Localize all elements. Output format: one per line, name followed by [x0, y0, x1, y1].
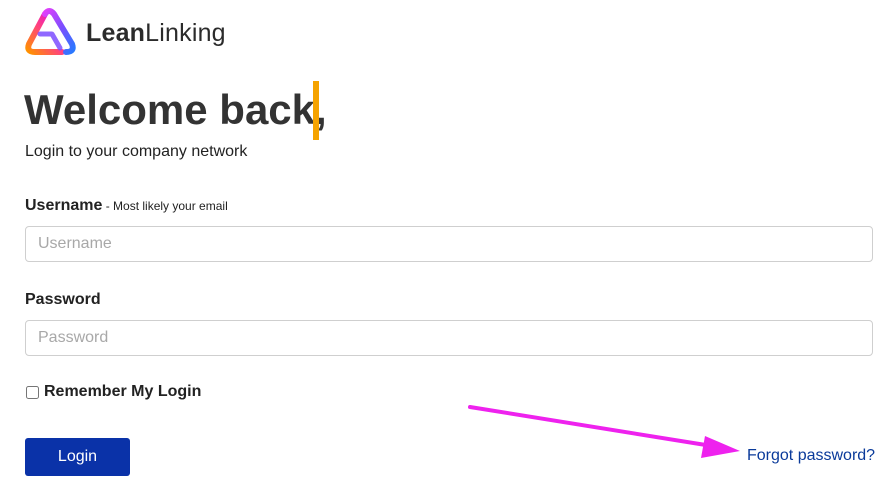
page-title: Welcome back,	[24, 86, 327, 133]
login-button[interactable]: Login	[25, 438, 130, 476]
triangle-loop-logo-icon	[25, 8, 76, 55]
brand-logo[interactable]: LeanLinking	[24, 8, 226, 58]
brand-name: LeanLinking	[86, 19, 226, 48]
username-input[interactable]	[25, 226, 873, 262]
password-label: Password	[25, 291, 101, 308]
page-subtitle: Login to your company network	[25, 143, 248, 160]
forgot-password-link[interactable]: Forgot password?	[747, 447, 875, 465]
remember-login-label: Remember My Login	[44, 383, 202, 400]
title-accent-bar	[313, 81, 319, 140]
brand-name-part1: Lean	[86, 18, 146, 47]
username-label-text: Username	[25, 197, 103, 214]
brand-name-part2: Linking	[145, 18, 226, 47]
password-input[interactable]	[25, 320, 873, 356]
remember-login-option[interactable]: Remember My Login	[24, 383, 201, 401]
username-label: Username - Most likely your email	[25, 197, 228, 215]
username-hint: - Most likely your email	[102, 199, 228, 213]
remember-login-checkbox[interactable]	[26, 385, 39, 399]
login-page: LeanLinking Welcome back, Login to your …	[0, 0, 895, 483]
